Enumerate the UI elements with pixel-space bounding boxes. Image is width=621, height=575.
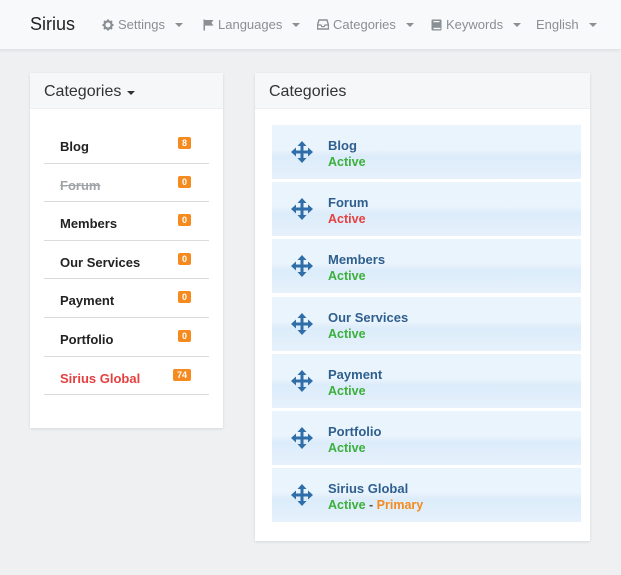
status-line: Active — [328, 327, 366, 341]
status-line: Active — [328, 384, 366, 398]
chevron-down-icon — [174, 23, 183, 27]
nav-keywords[interactable]: Keywords — [431, 17, 522, 32]
list-item[interactable]: Portfolio 0 — [44, 318, 209, 357]
status-active: Active — [328, 440, 366, 455]
status-line: Active - Primary — [328, 498, 423, 512]
category-title[interactable]: Our Services — [328, 310, 408, 325]
category-title[interactable]: Portfolio — [328, 424, 381, 439]
sortable-category-item[interactable]: Sirius Global Active - Primary — [272, 468, 581, 523]
nav-categories[interactable]: Categories — [317, 17, 414, 32]
list-item[interactable]: Sirius Global 74 — [44, 357, 209, 396]
move-arrows-icon[interactable] — [290, 197, 314, 221]
right-panel-title: Categories — [269, 83, 347, 100]
nav-categories-label: Categories — [333, 17, 396, 32]
status-line: Active — [328, 212, 366, 226]
list-item[interactable]: Forum 0 — [44, 164, 209, 203]
sortable-category-item[interactable]: Payment Active — [272, 353, 581, 408]
category-label: Payment — [60, 293, 115, 309]
status-line: Active — [328, 269, 366, 283]
nav-settings[interactable]: Settings — [102, 17, 183, 32]
status-active: Active — [328, 383, 366, 398]
move-arrows-icon[interactable] — [290, 312, 314, 336]
category-title[interactable]: Blog — [328, 138, 357, 153]
chevron-down-icon — [588, 23, 597, 27]
status-line: Active — [328, 155, 366, 169]
sortable-category-item[interactable]: Members Active — [272, 239, 581, 294]
move-arrows-icon[interactable] — [290, 483, 314, 507]
list-item[interactable]: Blog 8 — [44, 125, 209, 164]
sortable-category-list: Blog Active Forum Active Members Active … — [272, 125, 581, 525]
category-nav-list: Blog 8 Forum 0 Members 0 Our Services 0 … — [44, 125, 209, 396]
sortable-category-item[interactable]: Blog Active — [272, 125, 581, 179]
nav-languages-label: Languages — [218, 17, 283, 32]
status-active: Active — [328, 269, 366, 284]
sortable-category-item[interactable]: Portfolio Active — [272, 410, 581, 465]
move-arrows-icon[interactable] — [290, 254, 314, 278]
book-icon — [431, 19, 442, 30]
nav-english-label: English — [536, 17, 579, 32]
category-label: Members — [60, 216, 118, 232]
chevron-down-icon — [127, 91, 136, 95]
status-line: Active — [328, 441, 366, 455]
category-title[interactable]: Payment — [328, 367, 382, 382]
sortable-category-item[interactable]: Our Services Active — [272, 296, 581, 351]
gear-icon — [102, 19, 114, 30]
nav-keywords-label: Keywords — [446, 17, 504, 32]
category-label: Blog — [60, 139, 89, 154]
category-title[interactable]: Forum — [328, 195, 368, 210]
status-active: Active — [328, 155, 366, 169]
count-badge: 0 — [178, 329, 192, 342]
status-primary: Primary — [376, 498, 424, 513]
chevron-down-icon — [405, 23, 414, 27]
list-item[interactable]: Payment 0 — [44, 279, 209, 318]
right-categories-panel: Categories Blog Active Forum Active Memb… — [255, 73, 590, 541]
left-categories-panel: Categories Blog 8 Forum 0 Members 0 Our … — [30, 73, 223, 428]
chevron-down-icon — [513, 23, 522, 27]
category-title[interactable]: Sirius Global — [328, 481, 408, 496]
list-item[interactable]: Members 0 — [44, 202, 209, 241]
inbox-icon — [317, 19, 329, 30]
move-arrows-icon[interactable] — [290, 426, 314, 450]
category-label: Portfolio — [60, 331, 114, 347]
sortable-category-item[interactable]: Forum Active — [272, 182, 581, 237]
left-panel-title: Categories — [44, 83, 122, 100]
count-badge: 0 — [178, 252, 192, 265]
nav-settings-label: Settings — [118, 17, 165, 32]
category-label: Forum — [60, 177, 101, 193]
move-arrows-icon[interactable] — [290, 140, 314, 164]
flag-icon — [203, 19, 214, 30]
count-badge: 0 — [178, 291, 192, 304]
count-badge: 74 — [173, 368, 192, 381]
status-active: Active — [328, 498, 366, 513]
chevron-down-icon — [292, 23, 301, 27]
status-active: Active — [328, 326, 366, 341]
count-badge: 0 — [178, 214, 192, 227]
top-navbar: Sirius Settings Languages Categories Key… — [0, 0, 621, 50]
list-item[interactable]: Our Services 0 — [44, 241, 209, 280]
category-title[interactable]: Members — [328, 252, 385, 267]
count-badge: 0 — [178, 175, 192, 188]
status-separator: - — [369, 498, 374, 513]
right-panel-header: Categories — [255, 73, 590, 109]
brand-logo[interactable]: Sirius — [30, 14, 75, 35]
nav-languages[interactable]: Languages — [203, 17, 301, 32]
move-arrows-icon[interactable] — [290, 369, 314, 393]
category-label: Sirius Global — [60, 370, 141, 386]
status-active: Active — [328, 212, 366, 227]
category-label: Our Services — [60, 254, 141, 270]
count-badge: 8 — [178, 137, 192, 149]
left-panel-header[interactable]: Categories — [30, 73, 223, 109]
nav-language-english[interactable]: English — [536, 17, 597, 32]
